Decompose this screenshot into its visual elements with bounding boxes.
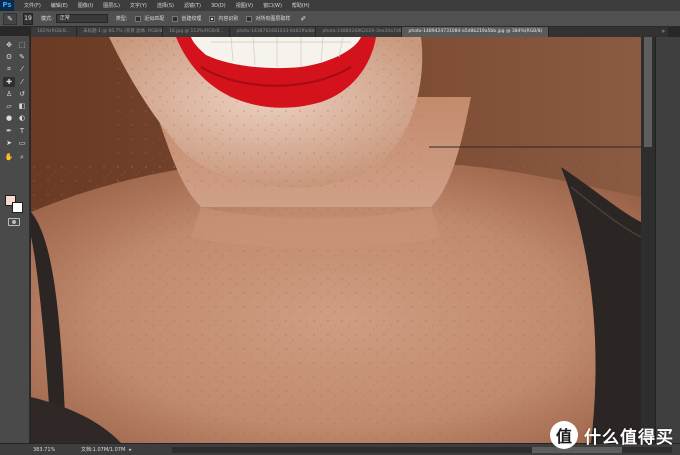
status-menu-arrow-icon[interactable]: ▸	[129, 447, 132, 453]
history-brush-icon[interactable]: ↺	[16, 89, 28, 99]
dodge-icon[interactable]: ◐	[16, 113, 28, 123]
mode-select[interactable]: 正常	[55, 14, 108, 23]
type-icon[interactable]: T	[16, 126, 28, 136]
document-info: 文档:1.07M/1.07M	[81, 447, 126, 453]
eraser-icon[interactable]: ▱	[3, 101, 15, 111]
healing-brush-tool-icon[interactable]: ✚	[3, 77, 15, 87]
checkbox-label-sample-all: 对所有图层取样	[255, 16, 291, 22]
mode-label: 模式:	[41, 16, 53, 22]
shape-icon[interactable]: ▭	[16, 138, 28, 148]
menu-file[interactable]: 文件(F)	[24, 2, 41, 9]
zoom-icon[interactable]: ⌕	[16, 152, 28, 162]
brush-icon[interactable]: ⁄	[16, 77, 28, 87]
blur-icon[interactable]: ●	[3, 113, 15, 123]
background-color-swatch[interactable]	[12, 202, 23, 213]
checkbox-proximity-match[interactable]	[135, 15, 142, 22]
menu-help[interactable]: 帮助(H)	[292, 2, 310, 9]
healing-brush-icon[interactable]: ✎	[3, 12, 17, 25]
checkbox-label-texture: 创建纹理	[181, 16, 202, 22]
pressure-brush-icon[interactable]: ✐	[300, 15, 306, 23]
gradient-icon[interactable]: ◧	[16, 101, 28, 111]
eyedropper-icon[interactable]: ⁄	[16, 64, 28, 74]
watermark-text: 什么值得买	[584, 427, 674, 448]
tab-doc-4[interactable]: photo-1438761681033-6461ffad8d80 (1).jpg	[230, 27, 317, 37]
menu-filter[interactable]: 滤镜(T)	[184, 2, 201, 9]
brush-size-picker[interactable]: 19	[23, 12, 33, 25]
path-select-icon[interactable]: ➤	[3, 138, 15, 148]
checkbox-label-content-aware: 内容识别	[218, 16, 239, 22]
menu-select[interactable]: 选择(S)	[157, 2, 174, 9]
menu-bar: Ps 文件(F) 编辑(E) 图像(I) 图层(L) 文字(Y) 选择(S) 滤…	[0, 0, 680, 11]
menu-window[interactable]: 窗口(W)	[263, 2, 282, 9]
menu-layer[interactable]: 图层(L)	[103, 2, 120, 9]
document-tab-bar: 182%(RGB/8... 未标题-1 @ 66.7% (背景 副本, RGB/…	[31, 27, 668, 37]
marquee-icon[interactable]: ⬚	[16, 40, 28, 50]
photoshop-logo: Ps	[0, 0, 14, 11]
checkbox-label-proximity: 近似匹配	[144, 16, 165, 22]
checkbox-create-texture[interactable]	[172, 15, 179, 22]
menu-edit[interactable]: 编辑(E)	[51, 2, 68, 9]
checkbox-sample-all-layers[interactable]	[246, 15, 253, 22]
clone-stamp-icon[interactable]: ♙	[3, 89, 15, 99]
checkbox-content-aware[interactable]	[209, 15, 216, 22]
quick-mask-icon[interactable]	[8, 218, 20, 226]
watermark-logo-icon: 值	[550, 421, 578, 449]
menu-3d[interactable]: 3D(D)	[211, 3, 226, 9]
vertical-scrollbar[interactable]	[641, 37, 655, 443]
tab-doc-5[interactable]: photo-1488426862026-3ee34a7d66df.jpg	[316, 27, 403, 37]
watermark: 值 什么值得买	[550, 420, 674, 450]
lasso-icon[interactable]: ʘ	[3, 52, 15, 62]
photo-image	[31, 37, 641, 443]
type-label: 类型:	[115, 16, 128, 22]
menu-type[interactable]: 文字(Y)	[130, 2, 147, 9]
menu-image[interactable]: 图像(I)	[78, 2, 93, 9]
toolbox: ✥ ⬚ ʘ ✎ ⌗ ⁄ ✚ ⁄ ♙ ↺ ▱ ◧ ● ◐ ✒ T ➤ ▭ ✋ ⌕	[0, 36, 30, 444]
vertical-scroll-thumb[interactable]	[644, 37, 652, 147]
options-bar: ✎ 19 模式: 正常 类型: 近似匹配 创建纹理 内容识别 对所有图层取样 ✐	[0, 11, 680, 27]
tab-doc-3[interactable]: 18.jpg @ 113%(RGB/8...	[163, 27, 231, 37]
panel-dock	[655, 37, 680, 443]
quick-select-icon[interactable]: ✎	[16, 52, 28, 62]
pen-icon[interactable]: ✒	[3, 126, 15, 136]
tab-overflow-icon[interactable]: »	[661, 27, 668, 37]
zoom-level-field[interactable]: 383.71%	[33, 447, 71, 453]
move-icon[interactable]: ✥	[3, 40, 15, 50]
tab-doc-2[interactable]: 未标题-1 @ 66.7% (背景 副本, RGB/8)	[77, 27, 163, 37]
tab-doc-active[interactable]: photo-1489424731084-a5d8b219a5bb.jpg @ 3…	[402, 27, 550, 37]
hand-icon[interactable]: ✋	[3, 152, 15, 162]
tab-doc-1[interactable]: 182%(RGB/8...	[31, 27, 77, 37]
crop-icon[interactable]: ⌗	[3, 64, 15, 74]
menu-view[interactable]: 视图(V)	[236, 2, 253, 9]
document-canvas[interactable]	[31, 37, 641, 443]
